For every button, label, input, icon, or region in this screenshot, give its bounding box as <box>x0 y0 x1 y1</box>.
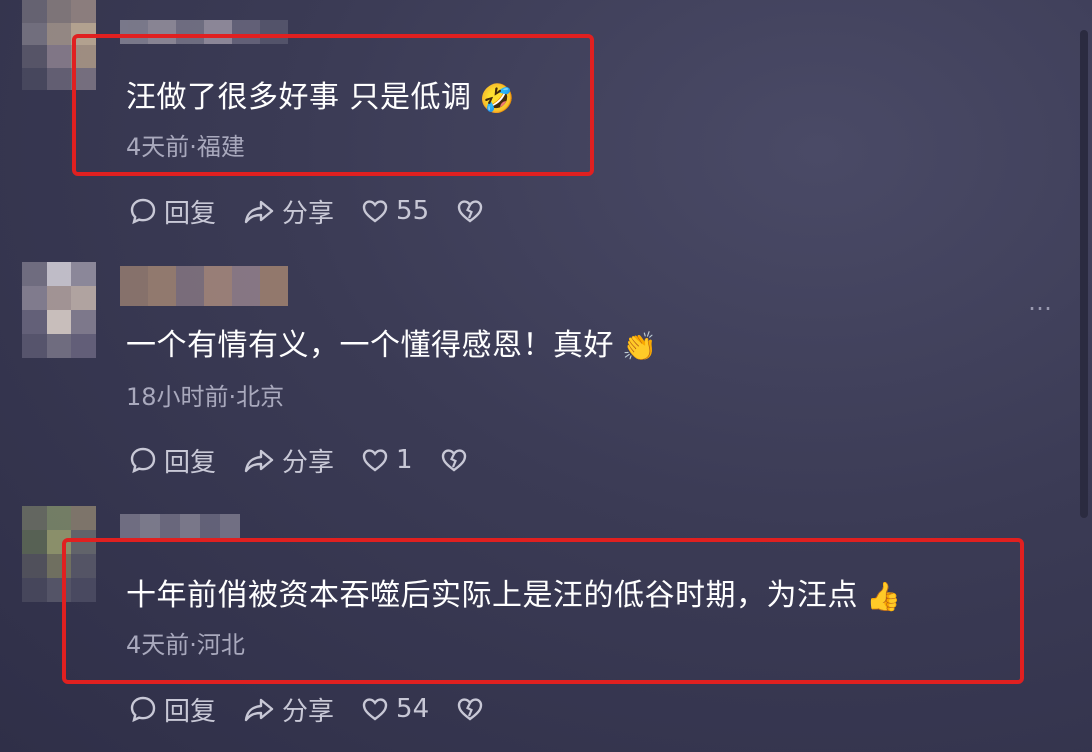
comment-bubble-icon <box>130 447 156 474</box>
reply-label: 回复 <box>164 696 217 727</box>
reply-button[interactable]: 回复 <box>128 193 216 230</box>
highlight-box <box>72 34 594 176</box>
comment-actions: 回复 分享 54 <box>128 691 517 728</box>
heart-icon <box>362 200 388 223</box>
like-button[interactable]: 55 <box>360 196 429 226</box>
like-button[interactable]: 1 <box>360 445 413 475</box>
share-label: 分享 <box>282 696 335 727</box>
share-arrow-icon <box>244 200 274 224</box>
share-arrow-icon <box>244 698 274 722</box>
like-button[interactable]: 54 <box>360 694 429 724</box>
share-button[interactable]: 分享 <box>242 442 334 479</box>
comment-text: 一个有情有义，一个懂得感恩！真好 👏 <box>126 326 657 367</box>
comment-bubble-icon <box>130 198 156 225</box>
highlight-box <box>62 538 1024 684</box>
like-count: 1 <box>396 445 413 475</box>
broken-heart-icon <box>457 698 483 721</box>
comment-actions: 回复 分享 1 <box>128 442 501 479</box>
heart-icon <box>362 449 388 472</box>
comment-bubble-icon <box>130 696 156 723</box>
like-count: 54 <box>396 694 430 724</box>
reply-button[interactable]: 回复 <box>128 691 216 728</box>
broken-heart-icon <box>441 449 466 472</box>
comment-actions: 回复 分享 55 <box>128 193 517 230</box>
share-button[interactable]: 分享 <box>242 691 334 728</box>
username[interactable] <box>120 514 240 540</box>
scrollbar[interactable] <box>1080 30 1088 518</box>
like-count: 55 <box>396 196 430 226</box>
share-label: 分享 <box>282 447 335 478</box>
comment-meta: 18小时前·北京 <box>126 383 285 411</box>
share-arrow-icon <box>244 449 274 473</box>
username[interactable] <box>120 266 288 306</box>
heart-icon <box>362 698 388 721</box>
reply-label: 回复 <box>164 447 217 478</box>
share-label: 分享 <box>282 198 335 229</box>
reply-label: 回复 <box>164 198 217 229</box>
broken-heart-icon <box>457 200 483 223</box>
clapping-hands-emoji-icon: 👏 <box>622 329 658 363</box>
reply-button[interactable]: 回复 <box>128 442 216 479</box>
dislike-button[interactable] <box>455 694 491 724</box>
avatar[interactable] <box>22 262 96 358</box>
share-button[interactable]: 分享 <box>242 193 334 230</box>
more-options-icon[interactable]: … <box>1028 288 1054 316</box>
dislike-button[interactable] <box>455 196 491 226</box>
dislike-button[interactable] <box>439 445 475 475</box>
